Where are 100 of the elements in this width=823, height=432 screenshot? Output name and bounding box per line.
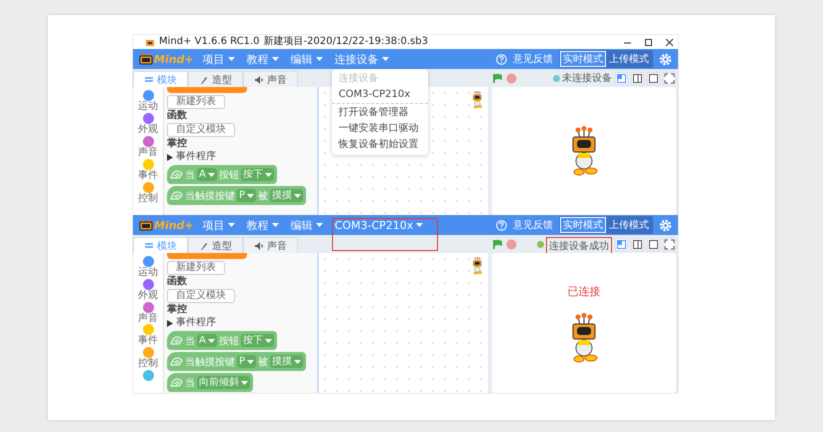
- block-dropdown[interactable]: P: [237, 189, 256, 202]
- speaker-icon: [254, 240, 264, 250]
- menu-item[interactable]: 教程: [244, 216, 282, 234]
- robot-logo-icon: [139, 53, 153, 65]
- category-dot[interactable]: [142, 159, 154, 170]
- caret-icon: [264, 172, 272, 176]
- category-dot[interactable]: [142, 182, 154, 193]
- mode-button[interactable]: 上传模式: [606, 51, 652, 67]
- menu-option[interactable]: 一键安装串口驱动: [332, 120, 428, 136]
- menu-item[interactable]: 教程: [244, 50, 282, 68]
- flag-icon[interactable]: [492, 238, 503, 250]
- square-icon[interactable]: [647, 72, 660, 84]
- tab[interactable]: 模块: [133, 71, 188, 87]
- menu-option[interactable]: 打开设备管理器: [332, 104, 428, 120]
- annotation-text: 已连接: [568, 284, 600, 298]
- blocks-icon: [144, 74, 154, 84]
- category-dot[interactable]: [142, 324, 154, 336]
- caret-icon: [294, 360, 302, 364]
- tab[interactable]: 造型: [188, 71, 243, 87]
- category-label[interactable]: 运动: [138, 267, 158, 278]
- maximize-icon[interactable]: [644, 38, 653, 46]
- square-icon[interactable]: [647, 238, 660, 250]
- close-icon[interactable]: [665, 38, 674, 46]
- caret-icon: [228, 223, 235, 227]
- category-dot[interactable]: [142, 370, 154, 382]
- fullscreen-icon[interactable]: [663, 72, 676, 84]
- code-block[interactable]: 当触摸按键 P 被 摸摸: [167, 186, 306, 205]
- category-dot[interactable]: [142, 256, 154, 267]
- category-label[interactable]: 控制: [138, 193, 158, 204]
- group-label[interactable]: 事件程序: [176, 151, 216, 163]
- category-label[interactable]: 外观: [138, 124, 158, 135]
- category-dot[interactable]: [142, 302, 154, 313]
- sprite-icon: [472, 91, 482, 108]
- category-label[interactable]: 声音: [138, 147, 158, 158]
- feedback-link[interactable]: 意见反馈: [513, 52, 553, 66]
- project-name: 新建项目-2020/12/22-19:38:0.sb3: [263, 36, 428, 48]
- palette-button[interactable]: 新建列表: [167, 95, 225, 109]
- mode-button[interactable]: 实时模式: [560, 51, 606, 67]
- feedback-link[interactable]: 意见反馈: [513, 218, 553, 232]
- help-icon[interactable]: [496, 220, 507, 230]
- mode-button[interactable]: 实时模式: [560, 217, 606, 233]
- block-dropdown[interactable]: 摸摸: [270, 189, 304, 202]
- block-dropdown[interactable]: A: [197, 168, 217, 181]
- large-stage-icon[interactable]: [631, 72, 644, 84]
- menu-item[interactable]: 连接设备: [332, 50, 392, 68]
- code-block[interactable]: 当 A 按钮 按下: [167, 165, 277, 184]
- menu-item[interactable]: 编辑: [288, 216, 326, 234]
- stop-icon[interactable]: [506, 72, 517, 84]
- caret-icon: [247, 194, 254, 198]
- group-label[interactable]: 事件程序: [176, 317, 216, 329]
- category-label[interactable]: 控制: [138, 358, 158, 370]
- caret-icon: [208, 338, 215, 342]
- menu-item[interactable]: 项目: [200, 216, 238, 234]
- triangle-icon[interactable]: [167, 154, 173, 160]
- category-label[interactable]: 声音: [138, 312, 158, 324]
- palette-button[interactable]: 自定义模块: [167, 289, 235, 303]
- palette-button[interactable]: 自定义模块: [167, 123, 235, 137]
- category-dot[interactable]: [142, 90, 154, 101]
- category-dot[interactable]: [142, 113, 154, 124]
- menu-option[interactable]: 恢复设备初始设置: [332, 136, 428, 152]
- triangle-icon[interactable]: [167, 320, 173, 326]
- tab[interactable]: 声音: [243, 71, 298, 87]
- category-dot[interactable]: [142, 347, 154, 358]
- logo-text: Mind+: [154, 218, 194, 232]
- block-dropdown[interactable]: 向前倾斜: [197, 376, 250, 389]
- brush-icon: [199, 74, 209, 84]
- menu-item[interactable]: 编辑: [288, 50, 326, 68]
- category-label[interactable]: 事件: [138, 170, 158, 181]
- category-label[interactable]: 事件: [138, 335, 158, 346]
- tab[interactable]: 模块: [133, 237, 188, 253]
- caret-icon: [316, 57, 323, 61]
- help-icon[interactable]: [496, 54, 507, 64]
- connection-status: 未连接设备: [562, 72, 612, 85]
- block-dropdown[interactable]: A: [197, 334, 217, 347]
- stop-icon[interactable]: [506, 238, 517, 250]
- category-dot[interactable]: [142, 278, 154, 290]
- settings-icon[interactable]: [659, 218, 672, 232]
- menu-item[interactable]: 项目: [200, 50, 238, 68]
- caret-icon: [264, 338, 272, 342]
- category-label[interactable]: 运动: [138, 101, 158, 112]
- code-block[interactable]: 当触摸按键 P 被 摸摸: [167, 352, 306, 371]
- mode-button[interactable]: 上传模式: [606, 217, 652, 233]
- category-label[interactable]: 外观: [138, 290, 158, 301]
- flag-icon[interactable]: [492, 72, 503, 84]
- fullscreen-icon[interactable]: [663, 238, 676, 250]
- code-block[interactable]: 当 A 按钮 按下: [167, 331, 277, 350]
- section-label: 掌控: [167, 304, 187, 316]
- settings-icon[interactable]: [659, 52, 672, 66]
- block-dropdown[interactable]: 按下: [240, 168, 274, 181]
- block-dropdown[interactable]: 按下: [240, 334, 274, 347]
- code-block[interactable]: 当 向前倾斜: [167, 373, 253, 392]
- logo-text: Mind+: [154, 52, 194, 66]
- block-dropdown[interactable]: P: [237, 355, 256, 368]
- tab[interactable]: 造型: [188, 237, 243, 253]
- tab[interactable]: 声音: [243, 237, 298, 253]
- caret-icon: [294, 194, 302, 198]
- category-dot[interactable]: [142, 136, 154, 147]
- palette-button[interactable]: 新建列表: [167, 261, 225, 275]
- large-stage-icon[interactable]: [631, 238, 644, 250]
- block-dropdown[interactable]: 摸摸: [270, 355, 304, 368]
